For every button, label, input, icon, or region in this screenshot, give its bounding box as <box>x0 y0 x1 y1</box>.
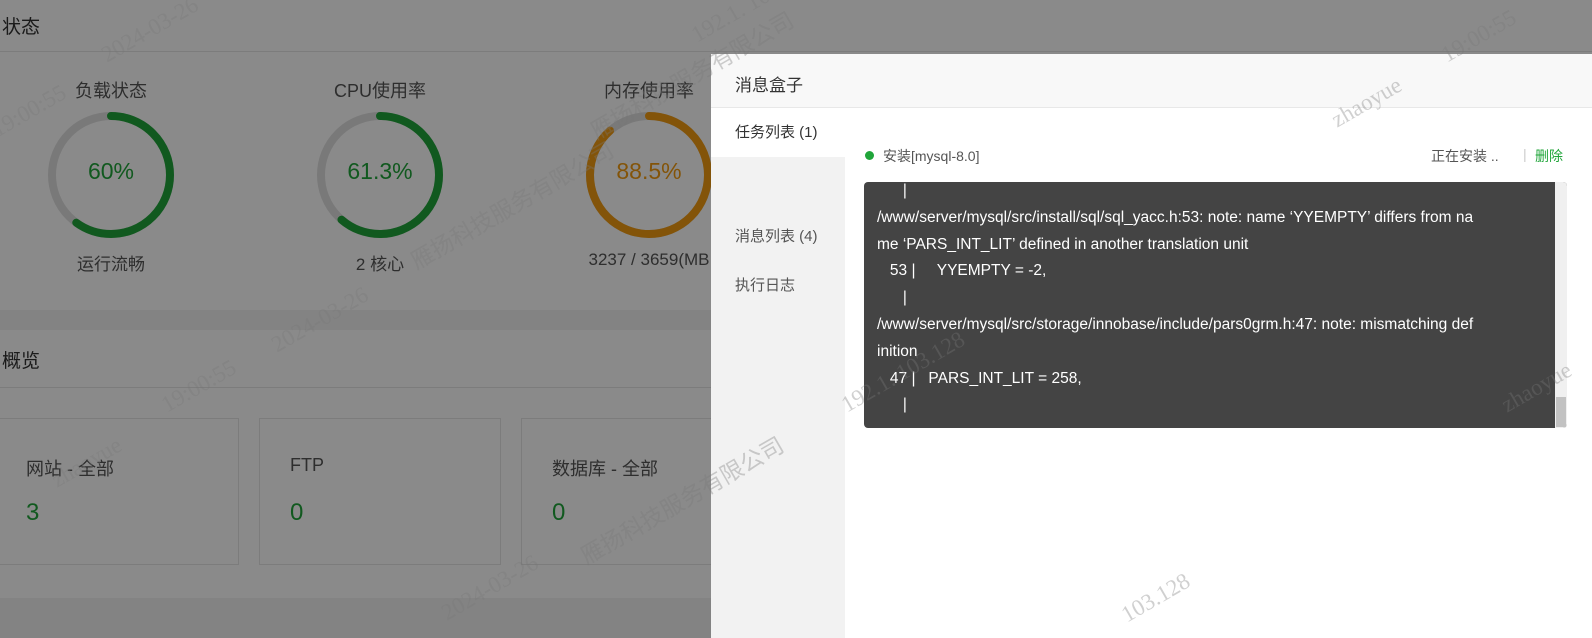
log-line: /www/server/mysql/src/storage/innobase/i… <box>877 315 1474 333</box>
log-line: | <box>877 289 907 307</box>
task-separator: | <box>1523 146 1527 162</box>
log-line: 53 | YYEMPTY = -2, <box>877 262 1047 280</box>
log-line: /www/server/mysql/src/install/sql/sql_ya… <box>877 208 1474 226</box>
tab-message-list[interactable]: 消息列表 (4) <box>711 212 845 261</box>
log-line: inition <box>877 342 918 360</box>
log-line: | <box>877 182 907 199</box>
dialog-title: 消息盒子 <box>735 76 803 95</box>
task-status-dot <box>865 151 874 160</box>
dialog-sidebar: 任务列表 (1) 消息列表 (4) 执行日志 <box>711 108 845 638</box>
task-name: 安装[mysql-8.0] <box>883 148 980 164</box>
tab-task-list[interactable]: 任务列表 (1) <box>711 108 845 157</box>
dialog-content: 安装[mysql-8.0] 正在安装 .. | 删除 | /www/server/… <box>845 108 1592 638</box>
tab-execution-log[interactable]: 执行日志 <box>711 261 845 310</box>
log-line: me ‘PARS_INT_LIT’ defined in another tra… <box>877 235 1249 253</box>
message-box-dialog: 消息盒子 任务列表 (1) 消息列表 (4) 执行日志 安装[mysql-8.0… <box>711 54 1592 638</box>
log-scrollbar[interactable] <box>1555 182 1567 428</box>
task-status: 正在安装 .. <box>1431 148 1499 164</box>
log-line: 47 | PARS_INT_LIT = 258, <box>877 369 1082 387</box>
dialog-header: 消息盒子 <box>711 54 1592 108</box>
log-scrollbar-thumb[interactable] <box>1556 397 1566 427</box>
delete-task-link[interactable]: 删除 <box>1535 146 1563 166</box>
log-line: | <box>877 396 907 414</box>
log-lines: | /www/server/mysql/src/install/sql/sql_y… <box>877 182 1547 419</box>
task-row: 安装[mysql-8.0] 正在安装 .. | 删除 <box>865 144 1592 168</box>
install-log-console[interactable]: | /www/server/mysql/src/install/sql/sql_y… <box>864 182 1567 428</box>
